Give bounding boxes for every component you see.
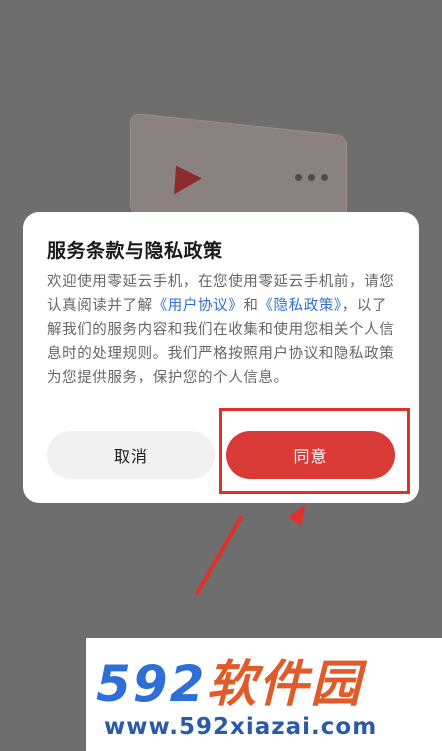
and-text: 和 <box>243 298 259 314</box>
watermark: 592软件园 www.592xiazai.com <box>86 638 442 751</box>
watermark-url: www.592xiazai.com <box>104 714 378 740</box>
user-agreement-link[interactable]: 《用户协议》 <box>153 298 244 314</box>
privacy-policy-link[interactable]: 《隐私政策》 <box>258 298 341 314</box>
annotation-arrow-head-icon <box>287 500 313 526</box>
watermark-logo-number: 592 <box>96 655 207 713</box>
dialog-title: 服务条款与隐私政策 <box>47 240 223 262</box>
dialog-body: 欢迎使用零延云手机，在您使用零延云手机前，请您认真阅读并了解《用户协议》和《隐私… <box>47 270 397 390</box>
cancel-button[interactable]: 取消 <box>47 431 215 479</box>
watermark-logo: 592软件园 <box>96 644 362 716</box>
more-dots-icon <box>295 174 328 181</box>
annotation-arrow-line <box>195 515 244 595</box>
annotation-highlight-box <box>219 408 410 494</box>
watermark-logo-text: 软件园 <box>206 655 363 713</box>
